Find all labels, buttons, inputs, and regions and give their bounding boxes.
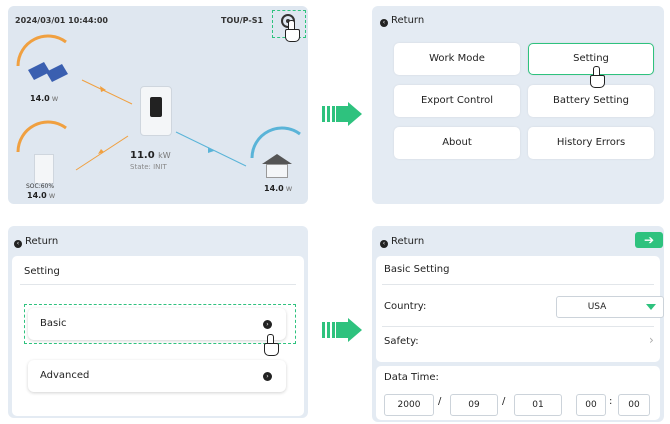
basic-setting-title: Basic Setting — [384, 264, 450, 275]
setting-screen: ‹ Return Setting Basic › Advanced › — [8, 226, 308, 418]
return-button[interactable]: ‹ Return — [380, 15, 424, 27]
selection-highlight — [24, 304, 296, 344]
battery-icon — [34, 154, 54, 184]
next-step-arrow-icon — [322, 102, 362, 126]
hour-field[interactable]: 00 — [576, 394, 606, 416]
history-errors-button[interactable]: History Errors — [528, 127, 654, 159]
return-button[interactable]: ‹ Return — [380, 236, 424, 248]
next-step-arrow-icon — [322, 318, 362, 342]
date-separator: / — [502, 396, 506, 407]
menu-screen: ‹ Return Work Mode Setting Export Control… — [372, 6, 664, 204]
minute-field[interactable]: 00 — [618, 394, 650, 416]
country-select[interactable]: USA — [556, 296, 664, 318]
house-icon — [262, 154, 292, 178]
next-button[interactable]: ➔ — [635, 232, 663, 248]
divider — [20, 284, 296, 285]
country-value: USA — [587, 302, 607, 312]
home-screen: 2024/03/01 10:44:00 TOU/P-S1 14.0 w 11.0 … — [8, 6, 308, 204]
date-separator: / — [438, 396, 442, 407]
solar-flow-line — [81, 79, 133, 105]
back-icon: ‹ — [380, 19, 388, 27]
work-mode-button[interactable]: Work Mode — [394, 43, 520, 75]
datetime-label: Data Time: — [384, 372, 439, 383]
inverter-state: State: INIT — [130, 163, 167, 171]
battery-soc: SOC:60% — [26, 183, 55, 190]
load-power-value: 14.0 w — [264, 184, 293, 193]
back-icon: ‹ — [380, 240, 388, 248]
pointer-hand-icon — [262, 334, 280, 356]
time-separator: : — [609, 396, 613, 407]
pointer-hand-icon — [588, 66, 606, 88]
inverter-icon — [140, 86, 172, 136]
year-field[interactable]: 2000 — [384, 394, 434, 416]
solar-power-value: 14.0 w — [30, 94, 59, 103]
solar-gauge-arc — [16, 34, 67, 67]
battery-setting-button[interactable]: Battery Setting — [528, 85, 654, 117]
battery-gauge-arc — [16, 120, 67, 153]
inverter-power-value: 11.0 kW — [130, 150, 171, 161]
advanced-option[interactable]: Advanced › — [28, 360, 286, 392]
arrow-right-icon: › — [263, 372, 272, 381]
divider — [382, 326, 654, 327]
arrow-right-icon: ➔ — [643, 233, 655, 247]
battery-power-value: 14.0 w — [27, 191, 56, 200]
advanced-label: Advanced — [40, 370, 90, 381]
battery-flow-line — [75, 135, 129, 171]
country-label: Country: — [384, 301, 427, 312]
setting-title: Setting — [24, 266, 60, 277]
basic-setting-screen: ‹ Return — [372, 226, 664, 422]
divider — [382, 284, 654, 285]
export-control-button[interactable]: Export Control — [394, 85, 520, 117]
safety-label: Safety: — [384, 336, 419, 347]
about-button[interactable]: About — [394, 127, 520, 159]
chevron-right-icon[interactable]: › — [649, 333, 654, 347]
day-field[interactable]: 01 — [514, 394, 562, 416]
back-icon: ‹ — [14, 240, 22, 248]
solar-panel-icon — [28, 62, 68, 82]
pointer-hand-icon — [283, 20, 301, 42]
month-field[interactable]: 09 — [450, 394, 498, 416]
return-button[interactable]: ‹ Return — [14, 236, 58, 248]
chevron-down-icon — [646, 304, 656, 310]
